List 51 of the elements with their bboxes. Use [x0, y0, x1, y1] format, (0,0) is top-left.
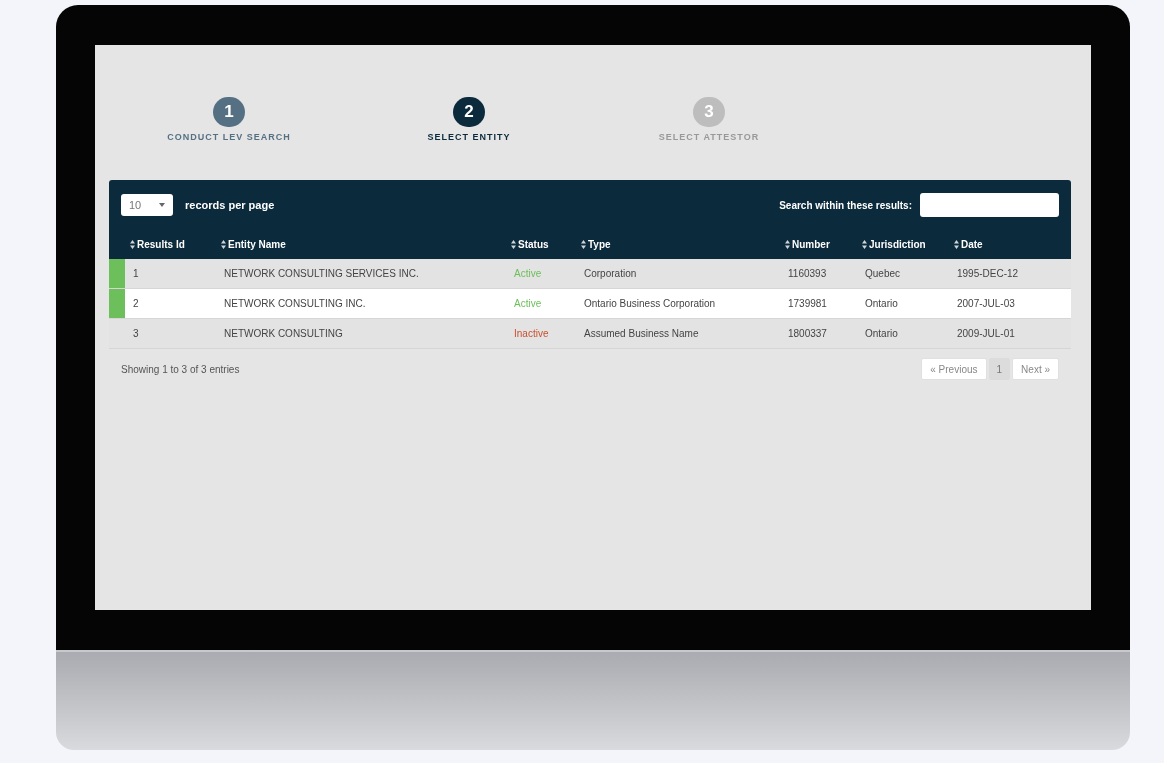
table-cell-text: 3 — [132, 327, 140, 341]
table-cell-text: 2009-JUL-01 — [956, 327, 1016, 341]
table-cell-text: Inactive — [513, 327, 550, 341]
step-label: CONDUCT LEV SEARCH — [167, 131, 291, 144]
table-cell-text: Quebec — [864, 267, 902, 281]
table-cell-text: Ontario — [864, 327, 899, 341]
caret-icon — [159, 203, 165, 207]
column-header[interactable]: Jurisdiction — [862, 237, 926, 252]
table-cell-text: Active — [513, 297, 543, 311]
table-cell-text: Corporation — [583, 267, 638, 281]
table-cell-text: 2007-JUL-03 — [956, 297, 1016, 311]
table-cell-text: 1160393 — [787, 267, 828, 281]
step-number: 2 — [453, 97, 485, 127]
step-label: SELECT ENTITY — [427, 131, 511, 144]
table-cell-text: 1995-DEC-12 — [956, 267, 1020, 281]
table-cell-text: 1800337 — [787, 327, 828, 341]
column-header[interactable]: Status — [511, 237, 549, 252]
records-per-page-select[interactable]: 10 — [121, 194, 173, 216]
table-row[interactable]: 2 NETWORK CONSULTING INC. Active Ontario Business Corporation 1739981 Ontario 2007-JUL-03 — [109, 289, 1071, 319]
pagination-button[interactable]: Next » — [1012, 358, 1059, 380]
table-cell-text: 2 — [132, 297, 140, 311]
table-row[interactable]: 1 NETWORK CONSULTING SERVICES INC. Active Corporation 1160393 Quebec 1995-DEC-12 — [109, 259, 1071, 289]
table-cell-text: Ontario — [864, 297, 899, 311]
sort-icon — [954, 240, 959, 249]
table-cell-text: 1 — [132, 267, 140, 281]
step-label: SELECT ATTESTOR — [658, 131, 760, 144]
sort-icon — [221, 240, 226, 249]
sort-icon — [511, 240, 516, 249]
table-cell-text: NETWORK CONSULTING SERVICES INC. — [223, 267, 420, 281]
table-cell-text: Ontario Business Corporation — [583, 297, 717, 311]
step-number: 1 — [213, 97, 245, 127]
entries-info: Showing 1 to 3 of 3 entries — [121, 362, 240, 377]
table-cell-text: 1739981 — [787, 297, 828, 311]
column-header[interactable]: Date — [954, 237, 983, 252]
table-cell-text: Active — [513, 267, 543, 281]
table-cell-text: Assumed Business Name — [583, 327, 700, 341]
pagination-button[interactable]: « Previous — [921, 358, 987, 380]
table-cell-text: NETWORK CONSULTING INC. — [223, 297, 367, 311]
search-label: Search within these results: — [779, 198, 912, 213]
sort-icon — [130, 240, 135, 249]
column-header[interactable]: Results Id — [130, 237, 185, 252]
records-per-page-label: records per page — [185, 197, 275, 213]
column-header[interactable]: Type — [581, 237, 611, 252]
column-header[interactable]: Entity Name — [221, 237, 286, 252]
sort-icon — [581, 240, 586, 249]
column-header[interactable]: Number — [785, 237, 830, 252]
step-number: 3 — [693, 97, 725, 127]
sort-icon — [785, 240, 790, 249]
search-field[interactable] — [920, 193, 1059, 217]
table-cell-text: NETWORK CONSULTING — [223, 327, 344, 341]
sort-icon — [862, 240, 867, 249]
